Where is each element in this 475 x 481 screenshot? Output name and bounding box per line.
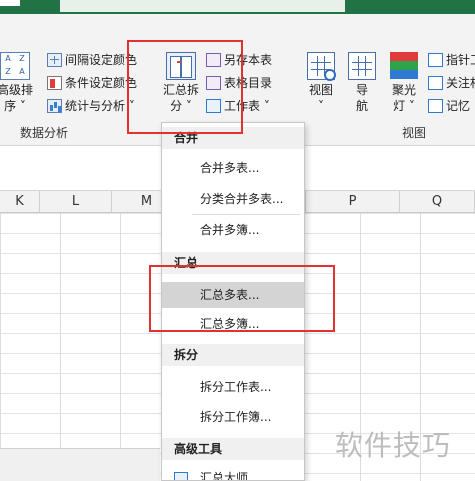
table-directory-icon xyxy=(206,75,221,90)
statistics-icon xyxy=(47,98,62,113)
view-label-line2: ˅ xyxy=(318,99,324,113)
sort-label-line1: 高级排 xyxy=(0,83,33,97)
pointer-tool-button[interactable]: 指针工 xyxy=(428,51,475,68)
menu-section-split: 拆分 xyxy=(162,344,304,366)
grid-icon xyxy=(47,52,62,67)
focus-button[interactable]: 关注相 xyxy=(428,74,475,91)
column-header-p[interactable]: P xyxy=(306,191,400,213)
merge-split-button[interactable]: 汇总拆 分 ˅ xyxy=(160,52,202,114)
summary-master-icon xyxy=(174,472,188,480)
menu-item-category-merge[interactable]: 分类合并多表... xyxy=(162,186,304,212)
statistics-button[interactable]: 统计与分析 ˅ xyxy=(47,97,135,114)
group-label-data-analysis: 数据分析 xyxy=(20,126,69,140)
summary-master-label: 汇总大师 xyxy=(200,471,249,481)
menu-section-advanced: 高级工具 xyxy=(162,438,304,460)
sort-az-icon: A Z Z A xyxy=(0,52,30,80)
table-directory-label: 表格目录 xyxy=(224,76,273,90)
sort-label-line2: 序 ˅ xyxy=(4,99,26,113)
focus-icon xyxy=(428,75,443,90)
memory-icon xyxy=(428,98,443,113)
menu-item-summarize-workbooks[interactable]: 汇总多簿... xyxy=(162,311,304,337)
sort-icon-letter: Z xyxy=(19,54,25,63)
interval-color-button[interactable]: 间隔设定颜色 xyxy=(47,51,137,68)
sort-icon-letter: A xyxy=(5,54,11,63)
merge-split-label-line2: 分 ˅ xyxy=(170,99,192,113)
table-directory-button[interactable]: 表格目录 xyxy=(206,74,272,91)
title-panel xyxy=(60,0,345,12)
statistics-label: 统计与分析 ˅ xyxy=(65,99,135,113)
watermark: 软件技巧 xyxy=(335,429,452,462)
pointer-tool-label: 指针工 xyxy=(446,53,475,67)
save-copy-icon xyxy=(206,52,221,67)
column-header-q[interactable]: Q xyxy=(400,191,475,213)
conditional-color-button[interactable]: 条件设定颜色 xyxy=(47,74,137,91)
view-button[interactable]: 视图 ˅ xyxy=(304,52,338,114)
view-icon xyxy=(307,52,336,81)
navigation-button[interactable]: 导 航 xyxy=(346,52,378,114)
pointer-icon xyxy=(428,52,443,67)
conditional-color-label: 条件设定颜色 xyxy=(65,76,138,90)
spotlight-icon xyxy=(390,52,418,80)
title-bar xyxy=(0,0,475,14)
merge-split-icon xyxy=(166,52,196,80)
worksheet-label: 工作表 ˅ xyxy=(224,99,270,113)
sort-icon-letter: A xyxy=(19,67,25,76)
menu-item-merge-workbooks[interactable]: 合并多簿... xyxy=(162,217,304,243)
sort-icon-letter: Z xyxy=(5,67,11,76)
save-copy-button[interactable]: 另存本表 xyxy=(206,51,272,68)
save-copy-label: 另存本表 xyxy=(224,53,273,67)
advanced-sort-button[interactable]: A Z Z A 高级排 序 ˅ xyxy=(0,52,34,114)
menu-section-summary: 汇总 xyxy=(162,252,304,274)
spotlight-label-line2: 灯 ˅ xyxy=(393,99,415,113)
spotlight-button[interactable]: 聚光 灯 ˅ xyxy=(386,52,422,114)
navigation-icon xyxy=(348,52,376,80)
menu-item-summarize-sheets[interactable]: 汇总多表... xyxy=(162,282,304,308)
menu-separator xyxy=(192,214,300,215)
memory-button[interactable]: 记忆 xyxy=(428,97,470,114)
worksheet-icon xyxy=(206,98,221,113)
menu-item-merge-sheets[interactable]: 合并多表... xyxy=(162,155,304,181)
column-header-k[interactable]: K xyxy=(0,191,40,213)
menu-item-summary-master[interactable]: 汇总大师 xyxy=(162,465,304,481)
spotlight-label-line1: 聚光 xyxy=(391,83,416,97)
menu-section-merge: 合并 xyxy=(162,127,304,149)
title-chip xyxy=(0,0,20,6)
merge-split-label-line1: 汇总拆 xyxy=(162,83,199,97)
sheet-tab-bar xyxy=(0,448,160,481)
conditional-color-icon xyxy=(47,75,62,90)
worksheet-button[interactable]: 工作表 ˅ xyxy=(206,97,270,114)
view-label-line1: 视图 xyxy=(308,83,333,97)
column-header-l[interactable]: L xyxy=(40,191,112,213)
merge-split-dropdown: 合并 合并多表... 分类合并多表... 合并多簿... 汇总 汇总多表... … xyxy=(161,122,305,481)
group-label-view: 视图 xyxy=(402,126,427,140)
navigation-label-line2: 航 xyxy=(355,99,368,113)
memory-label: 记忆 xyxy=(446,99,471,113)
navigation-label-line1: 导 xyxy=(355,83,368,97)
menu-item-split-workbook[interactable]: 拆分工作簿... xyxy=(162,404,304,430)
menu-item-split-worksheet[interactable]: 拆分工作表... xyxy=(162,374,304,400)
interval-color-label: 间隔设定颜色 xyxy=(65,53,138,67)
focus-label: 关注相 xyxy=(446,76,475,90)
